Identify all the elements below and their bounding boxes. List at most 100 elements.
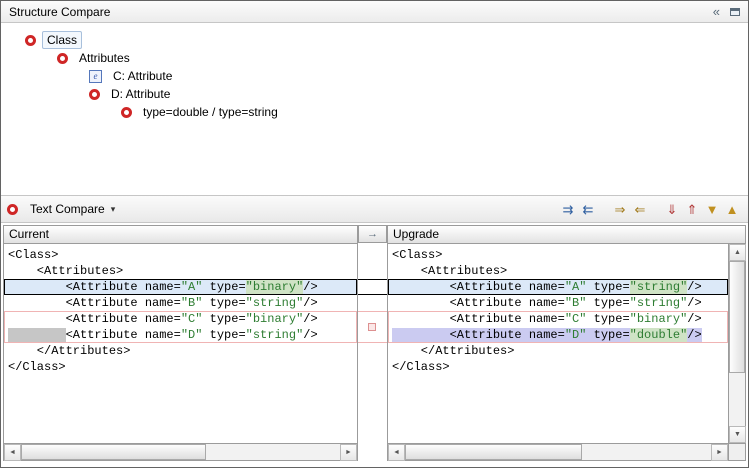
- right-horizontal-scrollbar[interactable]: ◄ ►: [388, 443, 728, 460]
- code-token: "C": [565, 312, 587, 326]
- structure-compare-tree: ClassAttributeseC: AttributeD: Attribute…: [1, 23, 748, 195]
- tree-item[interactable]: type=double / type=string: [1, 103, 748, 121]
- code-line-right-3[interactable]: <Attribute name="A" type="string"/>: [388, 279, 728, 295]
- next-change-icon[interactable]: ▼: [702, 199, 722, 219]
- copy-all-right-to-left-icon[interactable]: ⇇: [578, 199, 598, 219]
- code-line-left-1[interactable]: <Class>: [4, 247, 357, 263]
- tree-item-label: C: Attribute: [108, 67, 177, 85]
- diff-connector-block-bottom: [358, 342, 387, 343]
- change-icon: [7, 204, 18, 215]
- next-difference-icon[interactable]: ⇓: [662, 199, 682, 219]
- code-token: "A": [181, 280, 203, 294]
- code-line-left-8[interactable]: </Class>: [4, 359, 357, 375]
- vscroll-track[interactable]: [729, 261, 745, 426]
- tree-item[interactable]: Class: [1, 31, 748, 49]
- code-token: <Class>: [392, 248, 442, 262]
- maximize-view-icon[interactable]: [730, 8, 740, 16]
- diff-connector-selected-top: [358, 279, 387, 280]
- code-token: />: [303, 280, 317, 294]
- text-compare-toolbar-icons: ⇉⇇ ⇒⇐ ⇓⇑▼▲: [558, 199, 742, 219]
- copy-current-change-right-icon[interactable]: ⇒: [610, 199, 630, 219]
- code-line-left-7[interactable]: </Attributes>: [4, 343, 357, 359]
- view-header-icons: «: [713, 5, 740, 18]
- previous-difference-icon[interactable]: ⇑: [682, 199, 702, 219]
- code-line-right-7[interactable]: </Attributes>: [388, 343, 728, 359]
- scroll-left-button[interactable]: ◄: [4, 444, 21, 461]
- tree-item[interactable]: D: Attribute: [1, 85, 748, 103]
- code-line-right-2[interactable]: <Attributes>: [388, 263, 728, 279]
- left-hscroll-track[interactable]: [21, 444, 340, 460]
- scroll-right-button[interactable]: ►: [711, 444, 728, 461]
- code-line-left-4[interactable]: <Attribute name="B" type="string"/>: [4, 295, 357, 311]
- code-line-right-1[interactable]: <Class>: [388, 247, 728, 263]
- code-token: </Attributes>: [8, 344, 130, 358]
- scroll-down-button[interactable]: ▼: [729, 426, 746, 443]
- right-vertical-scrollbar[interactable]: ▲ ▼: [728, 244, 745, 443]
- right-hscroll-thumb[interactable]: [405, 444, 582, 460]
- code-token: type=: [586, 328, 629, 342]
- left-compare-pane-block: Current <Class> <Attributes> <Attribute …: [3, 225, 358, 461]
- code-line-right-5[interactable]: <Attribute name="C" type="binary"/>: [388, 311, 728, 327]
- left-hscroll-thumb[interactable]: [21, 444, 206, 460]
- code-token: />: [687, 296, 701, 310]
- text-compare-toolbar: Text Compare ▾ ⇉⇇ ⇒⇐ ⇓⇑▼▲: [1, 195, 748, 223]
- change-icon: [57, 53, 68, 64]
- code-token: <Attributes>: [392, 264, 507, 278]
- right-hscroll-track[interactable]: [405, 444, 711, 460]
- code-line-left-3[interactable]: <Attribute name="A" type="binary"/>: [4, 279, 357, 295]
- code-token: "binary": [630, 312, 688, 326]
- code-token: type=: [202, 296, 245, 310]
- diff-gutter: →: [358, 225, 387, 461]
- left-pane-header: Current: [4, 226, 357, 244]
- vscroll-thumb[interactable]: [729, 261, 745, 373]
- scrollbar-corner: [728, 443, 745, 460]
- code-token: "C": [181, 312, 203, 326]
- previous-change-icon[interactable]: ▲: [722, 199, 742, 219]
- code-token: "D": [181, 328, 203, 342]
- copy-all-left-to-right-icon[interactable]: ⇉: [558, 199, 578, 219]
- text-compare-region: Current <Class> <Attributes> <Attribute …: [1, 223, 748, 467]
- diff-block-handle[interactable]: [368, 323, 376, 331]
- right-pane-header: Upgrade: [388, 226, 745, 244]
- code-token: "A": [565, 280, 587, 294]
- left-horizontal-scrollbar[interactable]: ◄ ►: [4, 443, 357, 460]
- copy-current-change-left-icon[interactable]: ⇐: [630, 199, 650, 219]
- code-token: <Attribute name=: [392, 312, 565, 326]
- chevron-down-icon: ▾: [111, 204, 116, 215]
- change-icon: [89, 89, 100, 100]
- text-compare-menu[interactable]: Text Compare ▾: [7, 202, 115, 216]
- right-code-pane[interactable]: <Class> <Attributes> <Attribute name="A"…: [388, 244, 728, 443]
- scroll-right-button[interactable]: ►: [340, 444, 357, 461]
- code-token: [8, 328, 66, 342]
- tree-item[interactable]: Attributes: [1, 49, 748, 67]
- text-compare-title: Text Compare: [30, 202, 105, 216]
- tree-item-label: Attributes: [74, 49, 135, 67]
- tree-item-label: type=double / type=string: [138, 103, 283, 121]
- code-token: type=: [586, 280, 629, 294]
- scroll-up-button[interactable]: ▲: [729, 244, 746, 261]
- left-code-pane[interactable]: <Class> <Attributes> <Attribute name="A"…: [4, 244, 357, 443]
- tree-item-label: D: Attribute: [106, 85, 175, 103]
- scroll-left-button[interactable]: ◄: [388, 444, 405, 461]
- code-token: <Attribute name=: [8, 296, 181, 310]
- code-line-right-8[interactable]: </Class>: [388, 359, 728, 375]
- right-compare-pane-block: Upgrade <Class> <Attributes> <Attribute …: [387, 225, 746, 461]
- code-token: />: [687, 312, 701, 326]
- code-token: "binary": [246, 312, 304, 326]
- code-line-left-5[interactable]: <Attribute name="C" type="binary"/>: [4, 311, 357, 327]
- tree-item[interactable]: eC: Attribute: [1, 67, 748, 85]
- code-line-left-2[interactable]: <Attributes>: [4, 263, 357, 279]
- code-token: type=: [202, 312, 245, 326]
- code-token: />: [303, 296, 317, 310]
- code-token: <Attribute name=: [392, 328, 565, 342]
- code-line-right-4[interactable]: <Attribute name="B" type="string"/>: [388, 295, 728, 311]
- minimize-view-icon[interactable]: «: [713, 5, 720, 18]
- direction-icon[interactable]: →: [358, 225, 387, 243]
- code-line-right-6[interactable]: <Attribute name="D" type="double"/>: [388, 327, 728, 343]
- code-token: />: [303, 312, 317, 326]
- code-token: <Attributes>: [8, 264, 123, 278]
- code-token: "double": [630, 328, 688, 342]
- code-line-left-6[interactable]: <Attribute name="D" type="string"/>: [4, 327, 357, 343]
- code-token: </Class>: [8, 360, 66, 374]
- change-icon: [25, 35, 36, 46]
